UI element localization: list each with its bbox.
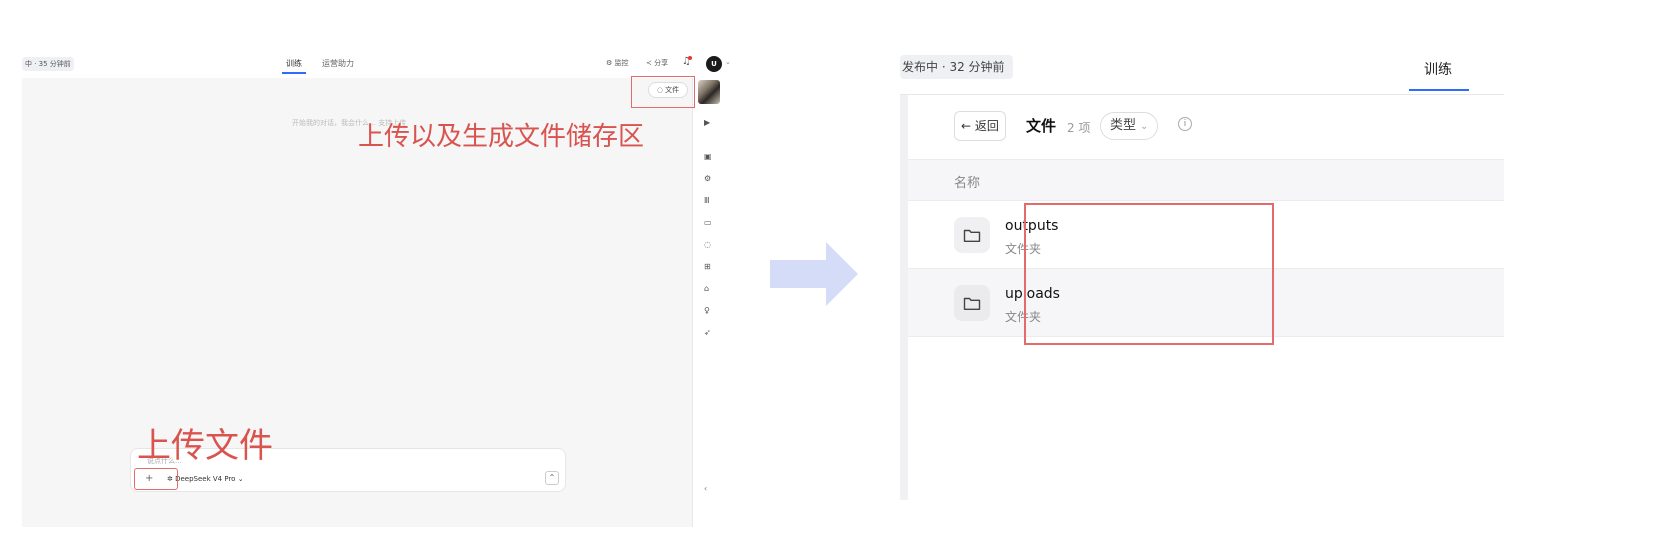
arrow-right-icon [770, 242, 858, 306]
type-filter-label: 类型 [1110, 118, 1137, 133]
left-tab-underline [282, 72, 306, 74]
avatar[interactable]: U [706, 56, 722, 72]
left-tab-ops[interactable]: 运营助力 [322, 58, 354, 69]
model-selector[interactable]: ✲ DeepSeek V4 Pro ⌄ [167, 475, 244, 483]
annotation-storage: 上传以及生成文件储存区 [358, 122, 645, 152]
chevron-down-icon[interactable]: ⌄ [725, 58, 731, 66]
highlight-box-upload [134, 468, 178, 490]
folder-icon [954, 285, 990, 321]
chat-icon[interactable]: ◌ [704, 240, 711, 249]
robot-icon[interactable]: ⌂ [704, 284, 709, 293]
page-title: 文件 [1026, 117, 1057, 135]
files-toolbar: ← 返回 文件 2 项 类型 ⌄ i [908, 95, 1504, 159]
left-share-button[interactable]: ≺ 分享 [646, 58, 668, 68]
bell-icon[interactable]: ♫ [682, 56, 692, 67]
right-tab-label: 训练 [1424, 62, 1452, 78]
share-icon: ≺ [646, 59, 652, 67]
right-topbar: 发布中 · 32 分钟前 训练 [900, 45, 1504, 95]
left-tab-train[interactable]: 训练 [282, 58, 306, 74]
notification-dot [688, 56, 692, 60]
left-status-badge: 中 · 35 分钟前 [22, 57, 74, 71]
left-share-label: 分享 [654, 59, 669, 67]
right-sidebar-edge [900, 95, 908, 500]
chevron-down-icon: ⌄ [1140, 121, 1149, 132]
annotation-upload: 上传文件 [137, 426, 273, 466]
right-status-badge: 发布中 · 32 分钟前 [900, 55, 1013, 79]
left-screenshot: 中 · 35 分钟前 训练 运营助力 ⚙ 监控 ≺ 分享 ♫ U ⌄ 开始我的对… [22, 52, 768, 527]
left-topbar: 中 · 35 分钟前 训练 运营助力 ⚙ 监控 ≺ 分享 ♫ U ⌄ [22, 52, 768, 78]
left-monitor-label: 监控 [614, 59, 629, 67]
info-icon[interactable]: i [1178, 117, 1192, 131]
back-button[interactable]: ← 返回 [954, 111, 1006, 141]
model-label: DeepSeek V4 Pro [175, 475, 236, 483]
collapse-icon[interactable]: ‹ [704, 484, 707, 493]
grid-icon[interactable]: ⊞ [704, 262, 711, 271]
right-tab-train[interactable]: 训练 [1409, 59, 1469, 91]
chevron-down-icon: ⌄ [237, 475, 244, 483]
play-icon[interactable]: ▶ [704, 118, 710, 127]
bulb-icon[interactable]: ♀ [704, 306, 710, 315]
right-tab-underline [1409, 89, 1469, 91]
column-name-header: 名称 [954, 176, 981, 191]
table-header: 名称 [908, 159, 1504, 201]
send-icon[interactable]: ⌃ [545, 471, 559, 485]
item-count: 2 项 [1067, 121, 1091, 135]
left-monitor-button[interactable]: ⚙ 监控 [606, 58, 629, 68]
highlight-box-folders [1024, 203, 1274, 345]
type-filter-dropdown[interactable]: 类型 ⌄ [1100, 112, 1159, 140]
library-icon[interactable]: Ⅲ [704, 196, 710, 205]
gear-icon: ⚙ [606, 59, 613, 67]
settings-icon[interactable]: ⚙ [704, 174, 711, 183]
left-right-toolstrip [692, 78, 768, 527]
folder-icon [954, 217, 990, 253]
thumbnail-image[interactable] [698, 80, 720, 104]
highlight-box-files [631, 76, 695, 108]
rocket-icon[interactable]: ➶ [704, 328, 711, 337]
left-tab-train-label: 训练 [286, 59, 302, 68]
doc-icon[interactable]: ▣ [704, 152, 712, 161]
folder-icon[interactable]: ▭ [704, 218, 712, 227]
